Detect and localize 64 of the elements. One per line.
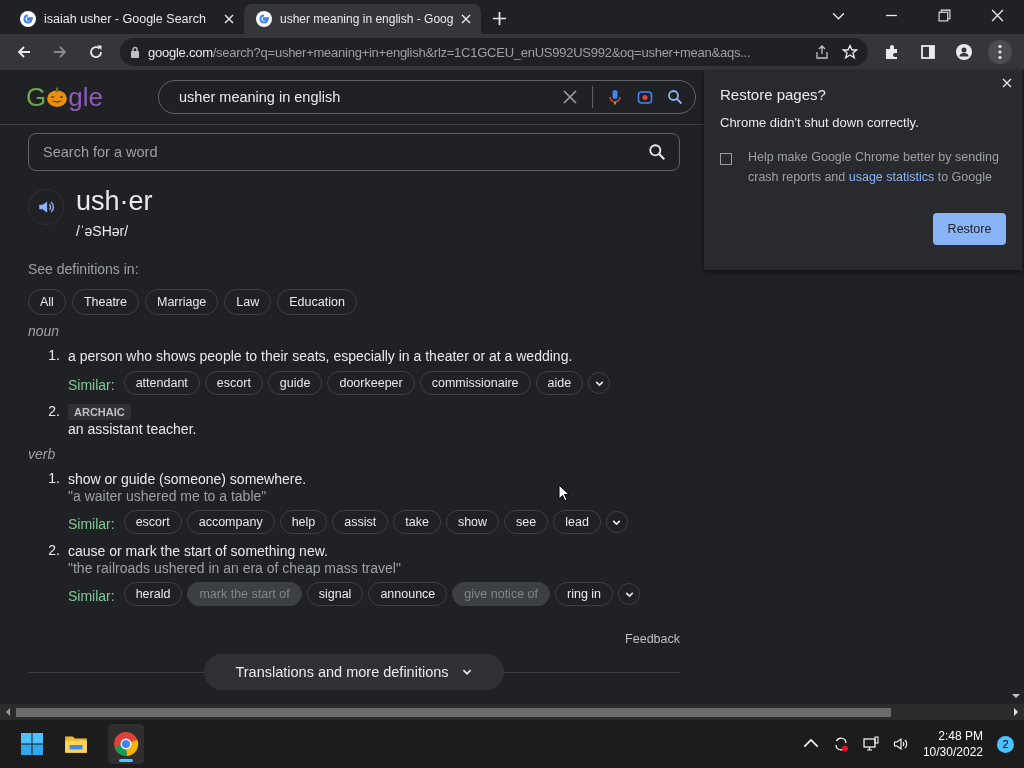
example-text: "the railroads ushered in an era of cheap mass travel" [68, 560, 401, 576]
clock-date[interactable]: 10/30/2022 [922, 744, 983, 760]
sense-number: 1. [47, 470, 61, 488]
restore-icon[interactable] [938, 9, 951, 22]
speaker-icon [37, 198, 55, 216]
sense-number: 2. [47, 542, 61, 560]
star-icon[interactable] [842, 44, 858, 60]
dialog-message: Chrome didn't shut down correctly. [720, 115, 920, 130]
scrollbar-thumb[interactable] [16, 707, 891, 717]
close-icon[interactable] [991, 9, 1004, 22]
part-of-speech: verb [28, 446, 57, 462]
close-icon[interactable] [224, 14, 234, 24]
checkbox-label: Help make Google Chrome better by sending crash reports and usage statistics to Google [748, 149, 1000, 186]
google-icon [20, 11, 36, 27]
sense-number: 2. [47, 403, 61, 421]
browser-tab[interactable]: isaiah usher - Google Search [8, 4, 244, 34]
mouse-cursor [558, 484, 570, 502]
clear-icon[interactable] [562, 89, 578, 105]
similar-label: Similar: [68, 376, 115, 393]
microphone-icon[interactable] [607, 89, 623, 105]
lock-icon [130, 46, 140, 58]
phonetic-text: /ˈəSHər/ [76, 223, 130, 239]
register-tag: ARCHAIC [68, 404, 131, 420]
sense-number: 1. [47, 347, 61, 365]
feedback-link[interactable]: Feedback [625, 632, 680, 646]
network-icon[interactable] [862, 736, 879, 752]
google-icon [256, 11, 272, 27]
search-icon[interactable] [648, 143, 666, 161]
scroll-down-icon[interactable] [1012, 692, 1020, 700]
dialog-title: Restore pages? [720, 86, 827, 103]
definition-text: an assistant teacher. [68, 420, 198, 438]
speaker-icon[interactable] [892, 736, 909, 752]
part-of-speech: noun [28, 323, 61, 339]
usage-statistics-link[interactable]: usage statistics [848, 170, 935, 184]
speaker-button[interactable] [28, 189, 64, 225]
share-icon[interactable] [814, 44, 830, 60]
definition-text: show or guide (someone) somewhere. [68, 470, 308, 488]
example-text: "a waiter ushered me to a table" [68, 488, 267, 504]
restore-button[interactable]: Restore [933, 213, 1006, 245]
headword: ush·er [76, 185, 153, 217]
chrome-taskbar-button[interactable] [108, 724, 144, 764]
browser-tab[interactable]: usher meaning in english - Goog [244, 4, 482, 34]
word-search-field[interactable]: Search for a word [28, 133, 680, 171]
see-definitions-label: See definitions in: [28, 261, 140, 277]
clock-time[interactable]: 2:48 PM [938, 728, 983, 744]
chrome-icon [113, 731, 139, 757]
similar-label: Similar: [68, 587, 115, 604]
close-icon[interactable] [1002, 78, 1012, 88]
close-icon[interactable] [461, 14, 472, 24]
camera-icon[interactable] [637, 89, 653, 105]
more-definitions-button[interactable]: Translations and more definitions [204, 654, 504, 690]
similar-label: Similar: [68, 515, 115, 532]
scroll-left-icon[interactable] [4, 708, 12, 716]
notification-badge[interactable]: 2 [997, 735, 1014, 753]
new-tab-icon[interactable] [493, 12, 507, 25]
search-icon[interactable] [667, 89, 683, 105]
checkbox[interactable] [720, 153, 732, 165]
address-bar[interactable]: google.com/search?q=usher+meaning+in+english&rlz=1C1GCEU_enUS992US992&oq=usher+mean&aqs... [120, 38, 868, 66]
definition-text: a person who shows people to their seats, especially in a theater or at a wedding. [68, 347, 574, 365]
windows-start-icon[interactable] [20, 732, 44, 756]
sync-icon[interactable] [832, 736, 849, 752]
scroll-right-icon[interactable] [1012, 708, 1020, 716]
definition-text: cause or mark the start of something new. [68, 542, 329, 560]
google-logo[interactable]: G gle [26, 81, 120, 113]
